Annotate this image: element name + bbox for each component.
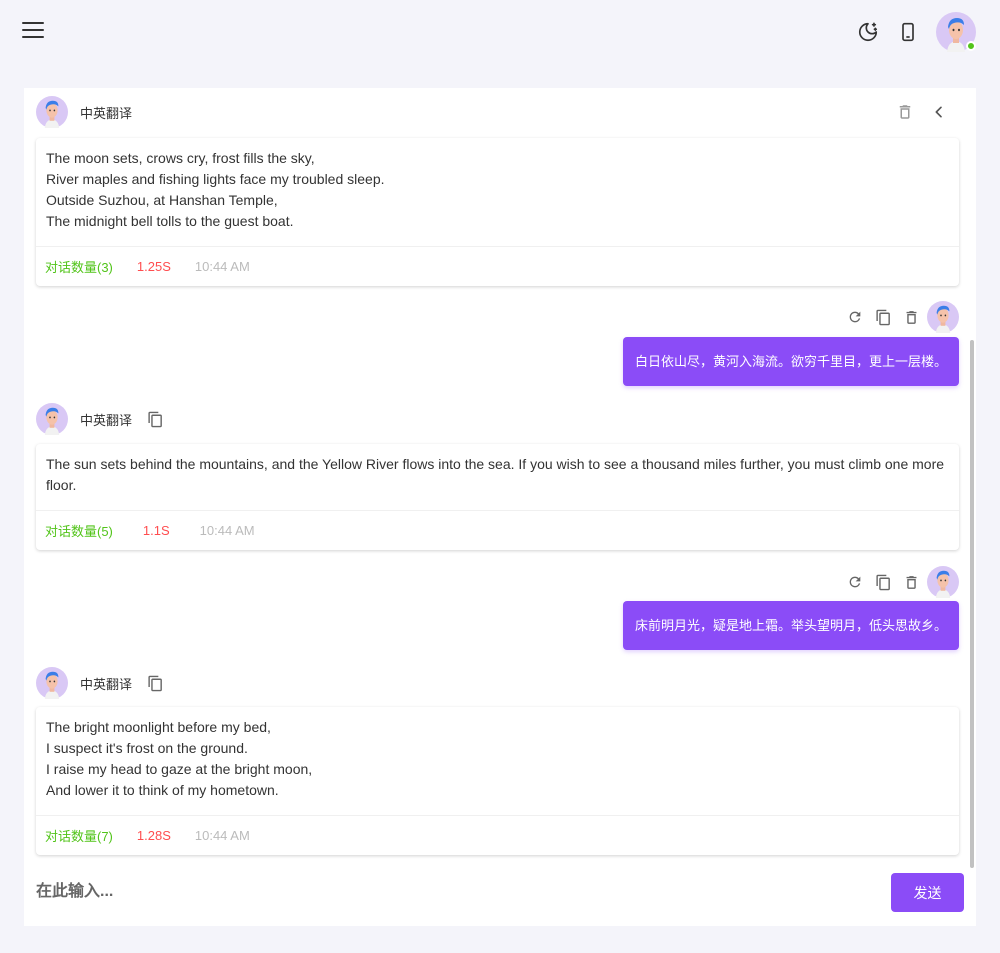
top-actions <box>848 12 976 52</box>
menu-icon[interactable] <box>22 22 44 40</box>
send-button[interactable]: 发送 <box>891 873 964 912</box>
bot-avatar <box>36 667 68 699</box>
response-duration: 1.1S <box>142 523 170 538</box>
message-line: The midnight bell tolls to the guest boa… <box>46 213 294 229</box>
bot-avatar <box>36 403 68 435</box>
message-line: I raise my head to gaze at the bright mo… <box>46 761 313 777</box>
conversation-count: 对话数量(7) <box>45 829 113 844</box>
bot-message-text: The bright moonlight before my bed, I su… <box>36 707 959 815</box>
bot-avatar <box>36 96 68 128</box>
message-footer: 对话数量(5) 1.1S 10:44 AM <box>36 510 959 550</box>
conversation-count: 对话数量(5) <box>45 524 113 539</box>
message-line: River maples and fishing lights face my … <box>46 171 385 187</box>
message-line: The sun sets behind the mountains, and t… <box>46 456 948 493</box>
message-footer: 对话数量(3) 1.25S 10:44 AM <box>36 246 959 286</box>
user-avatar <box>927 566 959 598</box>
chevron-left-icon[interactable] <box>922 98 956 126</box>
user-message-bubble: 床前明月光，疑是地上霜。举头望明月，低头思故乡。 <box>622 601 959 650</box>
composer: 发送 <box>24 868 976 926</box>
message-line: I suspect it's frost on the ground. <box>46 740 248 756</box>
bot-message-text: The moon sets, crows cry, frost fills th… <box>36 138 959 246</box>
scrollbar[interactable] <box>970 340 974 868</box>
bot-name: 中英翻译 <box>80 412 133 428</box>
chat-panel: 中英翻译 The moon sets, crows cry, frost fil… <box>24 88 976 926</box>
copy-icon[interactable] <box>869 568 897 596</box>
message-line: And lower it to think of my hometown. <box>46 782 279 798</box>
online-status-dot <box>966 41 976 51</box>
chat-header-actions <box>888 98 956 126</box>
trash-icon[interactable] <box>888 98 922 126</box>
message-line: The bright moonlight before my bed, <box>46 719 271 735</box>
message-timestamp: 10:44 AM <box>194 259 250 274</box>
message-line: Outside Suzhou, at Hanshan Temple, <box>46 192 278 208</box>
moon-stars-icon[interactable] <box>848 12 888 52</box>
response-duration: 1.25S <box>136 259 171 274</box>
bot-name: 中英翻译 <box>80 105 133 121</box>
top-bar <box>0 0 1000 64</box>
bot-message-card: The sun sets behind the mountains, and t… <box>36 444 959 550</box>
copy-icon[interactable] <box>146 410 164 428</box>
refresh-icon[interactable] <box>841 303 869 331</box>
user-message-bubble: 白日依山尽，黄河入海流。欲穷千里目，更上一层楼。 <box>622 337 959 386</box>
copy-icon[interactable] <box>869 303 897 331</box>
response-duration: 1.28S <box>136 828 171 843</box>
bot-message-header: 中英翻译 <box>36 403 164 435</box>
bot-message-card: The bright moonlight before my bed, I su… <box>36 707 959 855</box>
conversation-count: 对话数量(3) <box>45 260 113 275</box>
mobile-icon[interactable] <box>888 12 928 52</box>
chat-scroll-area[interactable]: 中英翻译 The moon sets, crows cry, frost fil… <box>24 88 976 868</box>
copy-icon[interactable] <box>146 674 164 692</box>
user-avatar[interactable] <box>936 12 976 52</box>
user-message-actions <box>841 301 959 333</box>
bot-message-header: 中英翻译 <box>36 96 132 128</box>
bot-message-header: 中英翻译 <box>36 667 164 699</box>
message-footer: 对话数量(7) 1.28S 10:44 AM <box>36 815 959 855</box>
message-timestamp: 10:44 AM <box>199 523 255 538</box>
bot-message-card: The moon sets, crows cry, frost fills th… <box>36 138 959 286</box>
message-input[interactable] <box>36 868 836 916</box>
user-avatar <box>927 301 959 333</box>
bot-name: 中英翻译 <box>80 676 133 692</box>
trash-icon[interactable] <box>897 568 925 596</box>
trash-icon[interactable] <box>897 303 925 331</box>
message-timestamp: 10:44 AM <box>194 828 250 843</box>
message-line: The moon sets, crows cry, frost fills th… <box>46 150 315 166</box>
bot-message-text: The sun sets behind the mountains, and t… <box>36 444 959 510</box>
refresh-icon[interactable] <box>841 568 869 596</box>
user-message-actions <box>841 566 959 598</box>
